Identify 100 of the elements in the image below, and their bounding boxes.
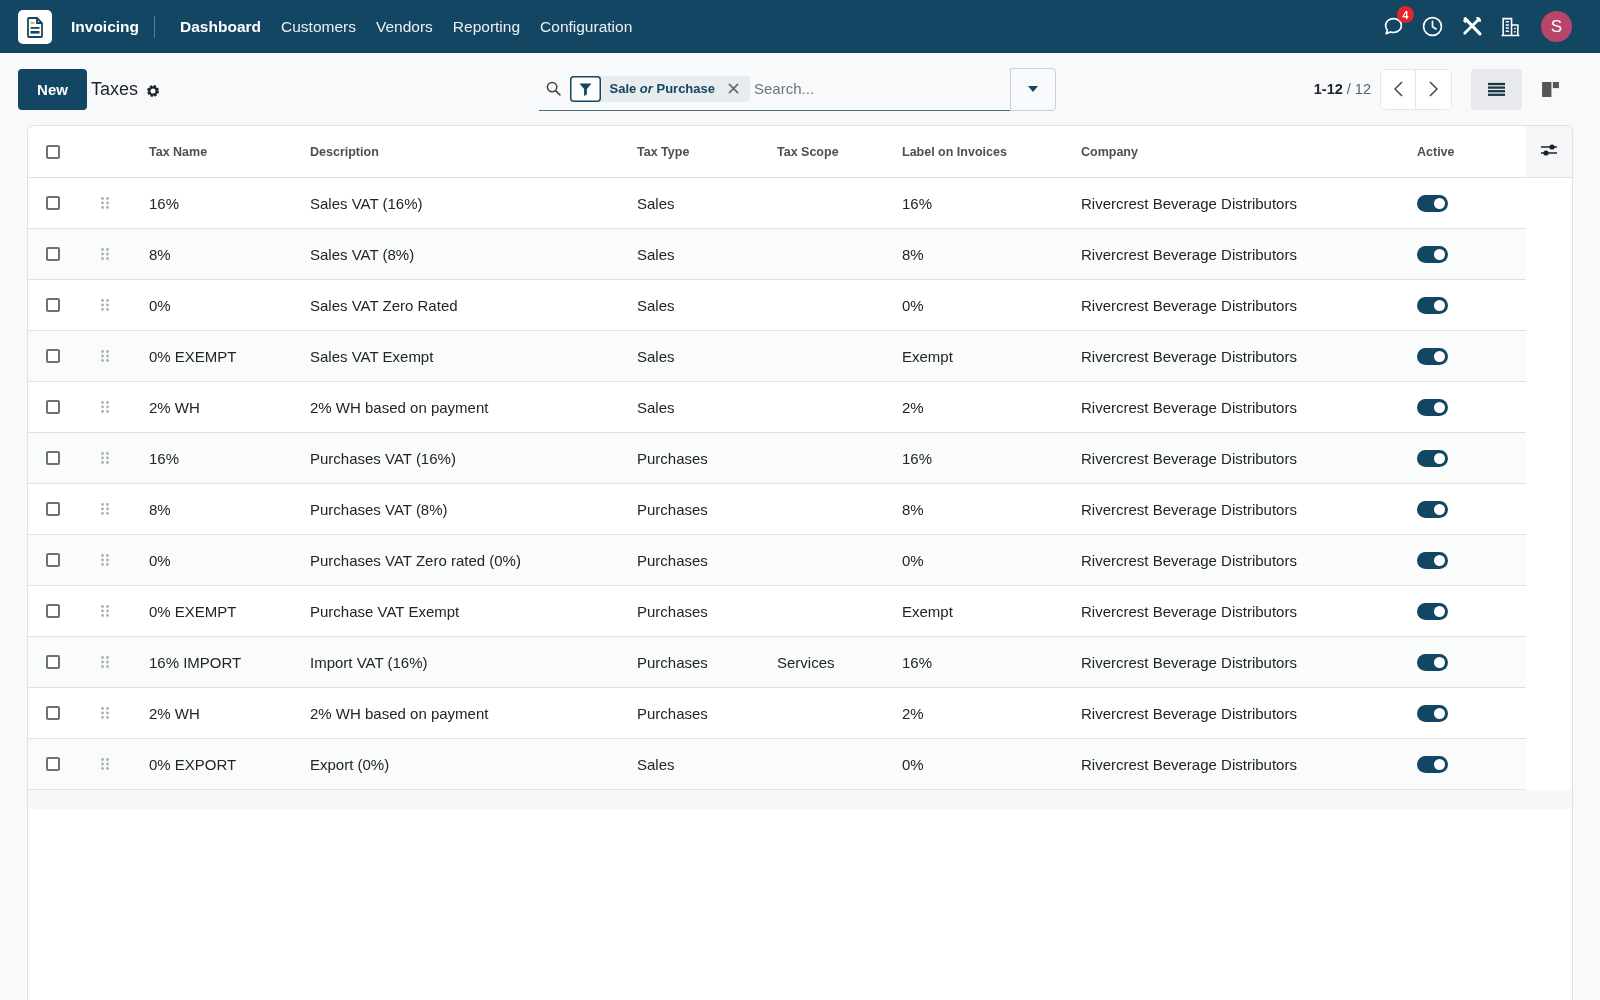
column-header[interactable]: Label on Invoices — [902, 126, 1081, 178]
row-checkbox[interactable] — [46, 706, 60, 720]
close-icon[interactable] — [728, 83, 739, 94]
active-toggle[interactable] — [1417, 194, 1448, 212]
row-checkbox[interactable] — [46, 451, 60, 465]
new-button[interactable]: New — [18, 68, 87, 110]
list-view-button[interactable] — [1471, 68, 1522, 110]
select-all-checkbox[interactable] — [46, 144, 60, 159]
row-checkbox[interactable] — [46, 655, 60, 669]
drag-handle-icon[interactable] — [101, 503, 109, 515]
active-toggle[interactable] — [1417, 653, 1448, 671]
table-cell: Rivercrest Beverage Distributors — [1081, 177, 1417, 229]
table-cell: Purchases — [637, 534, 777, 586]
table-cell: Sales VAT Exempt — [310, 330, 637, 382]
column-header[interactable]: Company — [1081, 126, 1417, 178]
drag-handle-icon[interactable] — [101, 350, 109, 362]
row-checkbox[interactable] — [46, 400, 60, 414]
menu-item[interactable]: Vendors — [375, 17, 433, 36]
row-checkbox[interactable] — [46, 298, 60, 312]
column-header[interactable]: Tax Type — [637, 126, 777, 178]
column-header[interactable]: Tax Name — [149, 126, 310, 178]
table-cell: 0% — [902, 534, 1081, 586]
clock-icon[interactable] — [1422, 16, 1443, 37]
active-toggle[interactable] — [1417, 296, 1448, 314]
next-button[interactable] — [1416, 68, 1452, 110]
menu-item[interactable]: Reporting — [452, 17, 521, 36]
pager-value[interactable]: 1-12 / 12 — [1313, 81, 1371, 97]
row-checkbox[interactable] — [46, 196, 60, 210]
active-toggle[interactable] — [1417, 347, 1448, 365]
app-name[interactable]: Invoicing — [71, 17, 140, 36]
table-cell: Purchases — [637, 483, 777, 535]
row-checkbox[interactable] — [46, 349, 60, 363]
gear-icon[interactable] — [146, 84, 161, 98]
table-cell: 8% — [902, 483, 1081, 535]
column-header[interactable]: Description — [310, 126, 637, 178]
table-cell: 8% — [902, 228, 1081, 280]
active-toggle[interactable] — [1417, 551, 1448, 569]
drag-handle-icon[interactable] — [101, 605, 109, 617]
drag-handle-icon[interactable] — [101, 758, 109, 770]
table-cell: Purchases VAT Zero rated (0%) — [310, 534, 637, 586]
caret-icon — [1027, 86, 1038, 92]
table-cell: 8% — [149, 228, 310, 280]
table-cell: Sales — [637, 177, 777, 229]
active-toggle[interactable] — [1417, 500, 1448, 518]
table-cell: Sales — [637, 279, 777, 331]
avatar[interactable]: S — [1541, 11, 1572, 42]
active-toggle[interactable] — [1417, 449, 1448, 467]
menu-item[interactable]: Customers — [281, 17, 356, 36]
drag-handle-icon[interactable] — [101, 707, 109, 719]
table-cell: 2% — [902, 381, 1081, 433]
drag-handle-icon[interactable] — [101, 452, 109, 464]
drag-handle-icon[interactable] — [101, 197, 109, 209]
table-cell: Rivercrest Beverage Distributors — [1081, 534, 1417, 586]
table-cell: Rivercrest Beverage Distributors — [1081, 330, 1417, 382]
drag-handle-icon[interactable] — [101, 656, 109, 668]
document-icon[interactable] — [18, 9, 52, 44]
search-field[interactable]: Sale or Purchase Search... — [538, 67, 1010, 111]
active-toggle[interactable] — [1417, 602, 1448, 620]
row-checkbox[interactable] — [46, 757, 60, 771]
table-cell: 0% EXPORT — [149, 738, 310, 790]
table-cell: Sales — [637, 738, 777, 790]
table-cell: Purchases — [637, 432, 777, 484]
table-cell: 16% — [902, 636, 1081, 688]
menu-item[interactable]: Dashboard — [180, 17, 261, 36]
active-toggle[interactable] — [1417, 245, 1448, 263]
table-cell: 16% — [149, 432, 310, 484]
row-checkbox[interactable] — [46, 247, 60, 261]
table-cell: Sales VAT Zero Rated — [310, 279, 637, 331]
row-checkbox[interactable] — [46, 604, 60, 618]
table-cell: 16% IMPORT — [149, 636, 310, 688]
row-checkbox[interactable] — [46, 553, 60, 567]
active-toggle[interactable] — [1417, 398, 1448, 416]
table-cell: 16% — [902, 432, 1081, 484]
optional-columns-button[interactable] — [1541, 143, 1557, 157]
table-cell: 0% EXEMPT — [149, 330, 310, 382]
table-cell: Purchases VAT (8%) — [310, 483, 637, 535]
building-icon[interactable] — [1500, 16, 1521, 37]
drag-handle-icon[interactable] — [101, 248, 109, 260]
drag-handle-icon[interactable] — [101, 401, 109, 413]
table-cell: Services — [777, 636, 902, 688]
page-title: Taxes — [91, 78, 139, 100]
table-cell: Sales — [637, 381, 777, 433]
menu-item[interactable]: Configuration — [540, 17, 633, 36]
chat-icon[interactable] — [1383, 16, 1404, 37]
table-cell: Exempt — [902, 585, 1081, 637]
drag-handle-icon[interactable] — [101, 554, 109, 566]
previous-button[interactable] — [1380, 68, 1416, 110]
row-checkbox[interactable] — [46, 502, 60, 516]
table-cell: Rivercrest Beverage Distributors — [1081, 279, 1417, 331]
drag-handle-icon[interactable] — [101, 299, 109, 311]
tools-icon[interactable] — [1461, 16, 1482, 37]
filter-facet[interactable]: Sale or Purchase — [569, 75, 750, 102]
table-cell: Rivercrest Beverage Distributors — [1081, 228, 1417, 280]
active-toggle[interactable] — [1417, 755, 1448, 773]
table-cell: Rivercrest Beverage Distributors — [1081, 381, 1417, 433]
search-icon[interactable] — [545, 81, 561, 96]
column-header[interactable]: Tax Scope — [777, 126, 902, 178]
active-toggle[interactable] — [1417, 704, 1448, 722]
table-cell: Purchases — [637, 585, 777, 637]
table-cell: Rivercrest Beverage Distributors — [1081, 432, 1417, 484]
